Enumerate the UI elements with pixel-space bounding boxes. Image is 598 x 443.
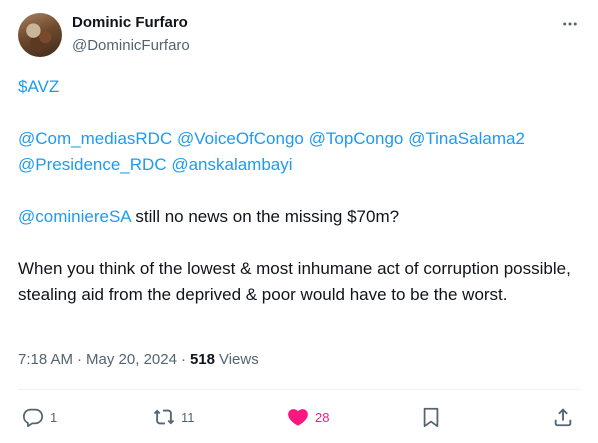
mention-link[interactable]: @TopCongo <box>309 129 404 148</box>
heart-icon <box>288 409 308 426</box>
mention-link[interactable]: @Com_mediasRDC <box>18 129 172 148</box>
mention-link[interactable]: @Presidence_RDC <box>18 155 167 174</box>
like-count: 28 <box>315 409 330 425</box>
share-button[interactable] <box>552 400 574 434</box>
tweet-text-line: still no news on the missing $70m? <box>130 207 400 226</box>
retweet-icon <box>153 409 175 425</box>
action-bar: 1 11 28 <box>18 400 580 434</box>
mention-link[interactable]: @anskalambayi <box>171 155 292 174</box>
reply-button[interactable]: 1 <box>22 400 57 434</box>
tweet-paragraph: When you think of the lowest & most inhu… <box>18 259 571 304</box>
like-button[interactable]: 28 <box>287 400 329 434</box>
separator: · <box>77 351 83 368</box>
tweet-time[interactable]: 7:18 AM <box>18 351 73 368</box>
reply-count: 1 <box>50 409 58 425</box>
bookmark-icon <box>423 407 439 428</box>
separator: · <box>180 351 186 368</box>
tweet-date[interactable]: May 20, 2024 <box>86 351 177 368</box>
mention-link[interactable]: @VoiceOfCongo <box>177 129 304 148</box>
author-handle[interactable]: @DominicFurfaro <box>72 37 190 54</box>
cashtag-link[interactable]: $AVZ <box>18 77 59 96</box>
retweet-count: 11 <box>181 409 195 425</box>
tweet-text: $AVZ @Com_mediasRDC @VoiceOfCongo @TopCo… <box>18 74 580 308</box>
more-options-icon[interactable] <box>560 14 580 34</box>
retweet-button[interactable]: 11 <box>153 400 195 434</box>
divider <box>18 389 580 390</box>
views-count: 518 <box>189 351 215 368</box>
bookmark-button[interactable] <box>420 400 442 434</box>
tweet-meta: 7:18 AM · May 20, 2024 · 518 Views <box>18 351 259 368</box>
mention-link[interactable]: @cominiereSA <box>18 207 131 226</box>
mention-link[interactable]: @TinaSalama2 <box>408 129 525 148</box>
author-name[interactable]: Dominic Furfaro <box>72 14 188 31</box>
share-icon <box>554 408 572 427</box>
avatar[interactable] <box>18 13 62 57</box>
views-label: Views <box>218 351 259 368</box>
reply-icon <box>22 408 44 428</box>
